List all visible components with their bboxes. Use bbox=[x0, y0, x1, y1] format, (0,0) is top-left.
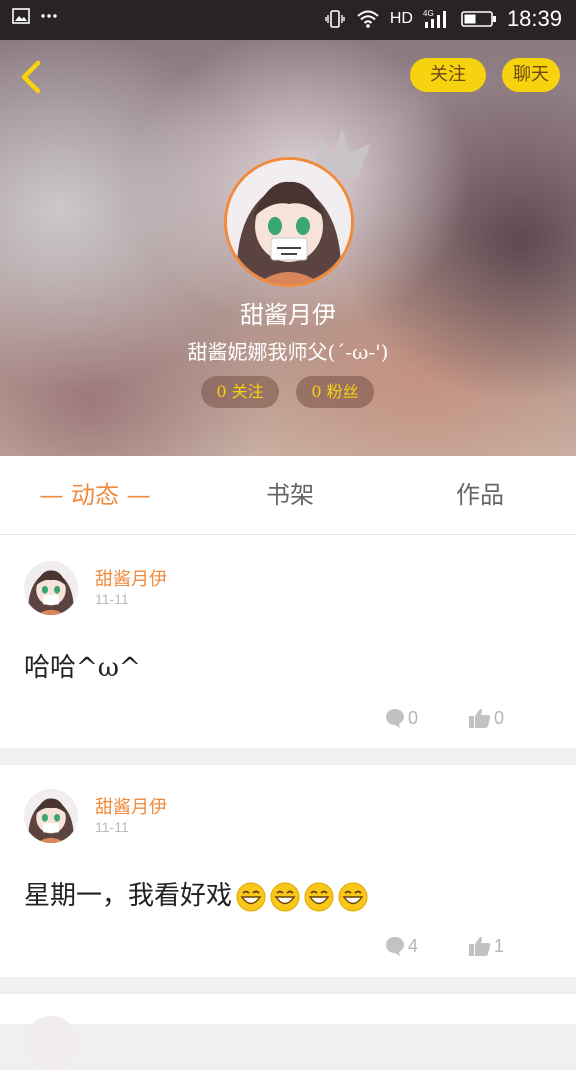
laugh-emoji-icon bbox=[236, 882, 266, 912]
back-arrow-icon[interactable] bbox=[16, 60, 46, 94]
post-avatar[interactable] bbox=[24, 789, 78, 843]
post-author[interactable]: 甜酱月伊 bbox=[95, 565, 167, 591]
status-bar: HD 4G 18:39 bbox=[0, 0, 576, 40]
comment-icon bbox=[386, 709, 404, 728]
status-right: HD 4G 18:39 bbox=[324, 6, 562, 32]
network-label: HD bbox=[389, 10, 413, 27]
like-icon bbox=[469, 708, 491, 728]
like-count: 0 bbox=[494, 707, 505, 728]
profile-avatar[interactable] bbox=[224, 157, 354, 287]
post-text: 哈哈^ω^ bbox=[24, 653, 141, 683]
like-button[interactable]: 0 bbox=[468, 707, 504, 729]
following-count[interactable]: 0 关注 bbox=[201, 376, 279, 408]
like-count: 1 bbox=[494, 935, 505, 956]
avatar-illustration bbox=[227, 160, 351, 284]
comment-count: 4 bbox=[408, 935, 419, 956]
post-card[interactable] bbox=[0, 994, 576, 1070]
image-icon bbox=[12, 8, 30, 24]
post-date: 11-11 bbox=[95, 819, 129, 835]
tab-bookshelf[interactable]: 书架 bbox=[230, 456, 350, 534]
avatar-illustration bbox=[24, 789, 78, 843]
profile-tabs: — 动态 — 书架 作品 bbox=[0, 456, 576, 535]
post-text-container: 星期一，我看好戏 bbox=[24, 875, 368, 912]
battery-icon bbox=[461, 11, 496, 27]
laugh-emoji-icon bbox=[338, 882, 368, 912]
laugh-emoji-icon bbox=[270, 882, 300, 912]
more-icon bbox=[41, 14, 57, 18]
post-card[interactable]: 甜酱月伊 11-11 哈哈^ω^ 0 0 bbox=[0, 535, 576, 748]
post-author[interactable]: 甜酱月伊 bbox=[95, 793, 167, 819]
chat-button[interactable]: 聊天 bbox=[502, 58, 560, 92]
follow-button[interactable]: 关注 bbox=[410, 58, 486, 92]
post-date: 11-11 bbox=[95, 591, 129, 607]
post-avatar[interactable] bbox=[24, 561, 78, 615]
signal-icon: 4G bbox=[423, 9, 446, 28]
profile-header: 关注 聊天 甜酱月伊 甜酱妮娜我师父(´-ω-') 0 关注 0 粉丝 bbox=[0, 40, 576, 456]
status-left bbox=[12, 8, 58, 24]
wifi-icon bbox=[357, 10, 379, 28]
svg-text:4G: 4G bbox=[423, 9, 434, 18]
vibrate-icon bbox=[325, 10, 345, 28]
tab-works[interactable]: 作品 bbox=[420, 456, 540, 534]
post-card[interactable]: 甜酱月伊 11-11 星期一，我看好戏 4 1 bbox=[0, 765, 576, 977]
clock: 18:39 bbox=[506, 6, 562, 31]
profile-signature: 甜酱妮娜我师父(´-ω-') bbox=[187, 340, 389, 364]
tab-activity[interactable]: — 动态 — bbox=[30, 456, 160, 534]
fans-count[interactable]: 0 粉丝 bbox=[296, 376, 374, 408]
emoji-row bbox=[232, 881, 368, 912]
like-button[interactable]: 1 bbox=[468, 935, 504, 957]
like-icon bbox=[469, 936, 491, 956]
laugh-emoji-icon bbox=[304, 882, 334, 912]
post-avatar[interactable] bbox=[24, 1016, 78, 1070]
profile-username: 甜酱月伊 bbox=[240, 301, 336, 329]
avatar-illustration bbox=[24, 561, 78, 615]
comment-count: 0 bbox=[408, 707, 419, 728]
comment-icon bbox=[386, 937, 404, 956]
post-text: 星期一，我看好戏 bbox=[24, 881, 233, 911]
comment-button[interactable]: 0 bbox=[384, 707, 418, 729]
comment-button[interactable]: 4 bbox=[384, 935, 418, 957]
